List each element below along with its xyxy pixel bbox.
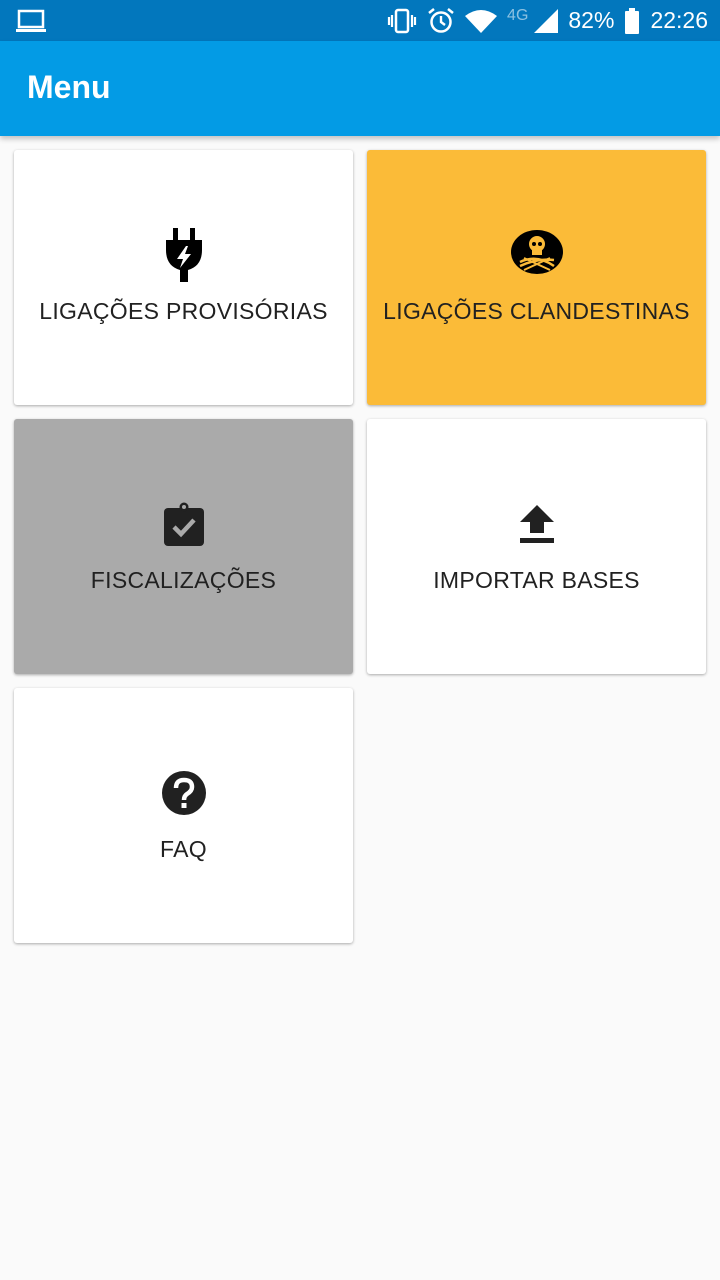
- clock: 22:26: [650, 7, 708, 33]
- app-bar: Menu: [0, 41, 720, 136]
- menu-tile-fiscalizacoes[interactable]: FISCALIZAÇÕES: [14, 419, 353, 674]
- menu-tile-importar-bases[interactable]: IMPORTAR BASES: [367, 419, 706, 674]
- page-title: Menu: [27, 69, 111, 105]
- menu-tile-ligacoes-provisorias[interactable]: LIGAÇÕES PROVISÓRIAS: [14, 150, 353, 405]
- network-type: 4G: [507, 6, 529, 24]
- alarm-icon: [428, 7, 454, 33]
- vibrate-icon: [387, 8, 417, 33]
- signal-icon: [534, 8, 559, 33]
- wifi-icon: [465, 9, 498, 33]
- power-plug-icon: [157, 228, 211, 282]
- tile-label: FISCALIZAÇÕES: [90, 567, 277, 593]
- tile-label: IMPORTAR BASES: [433, 567, 640, 593]
- battery-percent: 82%: [568, 7, 615, 33]
- laptop-icon: [16, 9, 46, 32]
- menu-tile-faq[interactable]: FAQ: [14, 688, 353, 943]
- battery-icon: [625, 7, 640, 34]
- help-circle-icon: [157, 766, 211, 820]
- status-bar: 4G 82% 22:26: [0, 0, 720, 41]
- tile-label: LIGAÇÕES CLANDESTINAS: [383, 298, 690, 324]
- tile-label: LIGAÇÕES PROVISÓRIAS: [39, 298, 328, 324]
- upload-icon: [510, 497, 564, 551]
- pirate-skull-icon: [510, 228, 564, 282]
- clipboard-check-icon: [157, 497, 211, 551]
- tile-label: FAQ: [160, 836, 207, 862]
- menu-tile-ligacoes-clandestinas[interactable]: LIGAÇÕES CLANDESTINAS: [367, 150, 706, 405]
